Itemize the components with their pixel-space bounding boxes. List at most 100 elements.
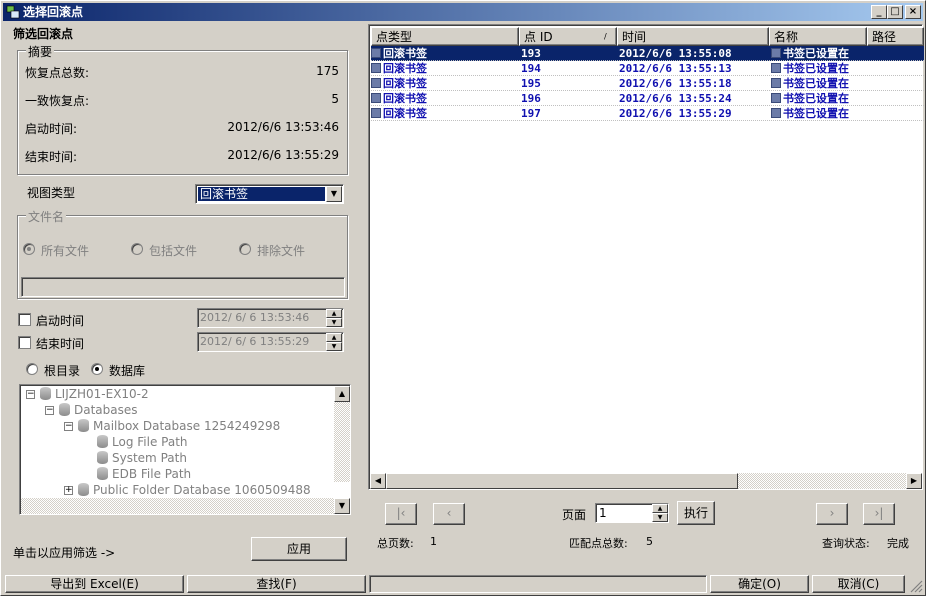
- status-panel: [369, 575, 707, 593]
- collapse-icon[interactable]: −: [45, 406, 54, 415]
- next-page-icon[interactable]: ›: [816, 503, 848, 525]
- app-icon: [6, 5, 20, 19]
- column-header-id[interactable]: 点 ID /: [519, 27, 617, 46]
- go-button[interactable]: 执行: [677, 501, 715, 525]
- total-pages-label: 总页数:: [377, 537, 414, 550]
- tree-node-log-path[interactable]: Log File Path: [97, 435, 188, 449]
- last-page-icon[interactable]: ›|: [863, 503, 895, 525]
- resize-grip-icon[interactable]: [907, 577, 923, 593]
- query-status-value: 完成: [887, 537, 909, 550]
- table-row[interactable]: 回滚书签 195 2012/6/6 13:55:18 书签已设置在: [371, 76, 924, 91]
- tree-node-system-path[interactable]: System Path: [97, 451, 187, 465]
- view-type-value: 回滚书签: [198, 187, 325, 201]
- export-excel-button[interactable]: 导出到 Excel(E): [5, 575, 184, 593]
- chevron-down-icon[interactable]: ▼: [326, 186, 342, 202]
- view-type-select[interactable]: 回滚书签 ▼: [195, 184, 344, 204]
- apply-button[interactable]: 应用: [251, 537, 347, 561]
- column-header-path[interactable]: 路径: [867, 27, 924, 46]
- summary-value-start: 2012/6/6 13:53:46: [227, 120, 339, 134]
- table-row[interactable]: 回滚书签 193 2012/6/6 13:55:08 书签已设置在: [371, 46, 924, 61]
- tree-node-server[interactable]: LIJZH01-EX10-2: [40, 387, 149, 401]
- database-radio[interactable]: [91, 363, 103, 375]
- cancel-button[interactable]: 取消(C): [812, 575, 905, 593]
- summary-value-end: 2012/6/6 13:55:29: [227, 148, 339, 162]
- tree-node-mailbox-db[interactable]: Mailbox Database 1254249298: [78, 419, 280, 433]
- database-icon: [97, 467, 108, 480]
- bookmark-icon: [371, 63, 381, 73]
- view-type-label: 视图类型: [27, 186, 76, 200]
- page-up-icon[interactable]: ▲: [652, 504, 668, 513]
- ok-button[interactable]: 确定(O): [710, 575, 809, 593]
- tree-scroll-down-icon[interactable]: ▼: [334, 498, 350, 514]
- root-radio[interactable]: [26, 363, 38, 375]
- filter-heading: 筛选回滚点: [13, 27, 74, 41]
- tree-scroll-up-icon[interactable]: ▲: [334, 386, 350, 402]
- filename-input[interactable]: [21, 277, 345, 297]
- maximize-button[interactable]: □: [887, 5, 903, 19]
- tree-node-edb-path[interactable]: EDB File Path: [97, 467, 191, 481]
- bookmark-icon: [371, 78, 381, 88]
- database-tree[interactable]: − LIJZH01-EX10-2 − Databases − Mailbox D…: [19, 384, 351, 515]
- end-time-label: 结束时间: [36, 337, 85, 351]
- close-button[interactable]: ×: [905, 5, 921, 19]
- table-row[interactable]: 回滚书签 194 2012/6/6 13:55:13 书签已设置在: [371, 61, 924, 76]
- summary-label-total: 恢复点总数:: [25, 66, 90, 80]
- start-time-label: 启动时间: [36, 314, 85, 328]
- page-down-icon[interactable]: ▼: [652, 513, 668, 522]
- database-icon: [97, 435, 108, 448]
- rollback-grid[interactable]: 点类型 点 ID / 时间 名称 路径 回滚书签 193 2012/6/6 13:…: [368, 24, 924, 490]
- database-icon: [78, 483, 89, 496]
- bookmark-icon: [771, 108, 781, 118]
- summary-value-total: 175: [316, 64, 339, 78]
- expand-icon[interactable]: +: [64, 486, 73, 495]
- match-count-label: 匹配点总数:: [569, 537, 628, 550]
- database-icon: [78, 419, 89, 432]
- grid-scroll-right-icon[interactable]: ▶: [906, 473, 922, 489]
- all-files-label: 所有文件: [41, 244, 90, 258]
- tree-node-databases[interactable]: Databases: [59, 403, 138, 417]
- collapse-icon[interactable]: −: [64, 422, 73, 431]
- end-time-checkbox[interactable]: [18, 336, 31, 349]
- page-input[interactable]: 1 ▲ ▼: [595, 503, 669, 523]
- first-page-icon[interactable]: |‹: [385, 503, 417, 525]
- column-header-time[interactable]: 时间: [617, 27, 769, 46]
- end-down-icon[interactable]: ▼: [326, 342, 342, 351]
- column-header-name[interactable]: 名称: [769, 27, 867, 46]
- start-time-picker[interactable]: 2012/ 6/ 6 13:53:46 ▲ ▼: [197, 308, 344, 328]
- bookmark-icon: [371, 93, 381, 103]
- end-up-icon[interactable]: ▲: [326, 333, 342, 342]
- query-status-label: 查询状态:: [822, 537, 870, 550]
- match-count-value: 5: [646, 535, 653, 548]
- tree-hscroll-track[interactable]: [21, 498, 334, 514]
- root-label: 根目录: [44, 364, 81, 378]
- server-icon: [40, 387, 51, 400]
- grid-scroll-thumb[interactable]: [386, 473, 738, 489]
- find-button[interactable]: 查找(F): [187, 575, 366, 593]
- start-up-icon[interactable]: ▲: [326, 309, 342, 318]
- all-files-radio[interactable]: [23, 243, 35, 255]
- exclude-files-radio[interactable]: [239, 243, 251, 255]
- prev-page-icon[interactable]: ‹: [433, 503, 465, 525]
- summary-label-start: 启动时间:: [25, 122, 78, 136]
- bookmark-icon: [371, 48, 381, 58]
- tree-node-public-db[interactable]: Public Folder Database 1060509488: [78, 483, 311, 497]
- grid-scroll-track[interactable]: [738, 473, 906, 489]
- table-row[interactable]: 回滚书签 197 2012/6/6 13:55:29 书签已设置在: [371, 106, 924, 121]
- bookmark-icon: [371, 108, 381, 118]
- bookmark-icon: [771, 78, 781, 88]
- minimize-button[interactable]: _: [871, 5, 887, 19]
- start-time-checkbox[interactable]: [18, 313, 31, 326]
- include-files-radio[interactable]: [131, 243, 143, 255]
- tree-scroll-track[interactable]: [334, 402, 350, 482]
- summary-label-end: 结束时间:: [25, 150, 78, 164]
- column-header-type[interactable]: 点类型: [371, 27, 519, 46]
- summary-value-consistent: 5: [331, 92, 339, 106]
- collapse-icon[interactable]: −: [26, 390, 35, 399]
- table-row[interactable]: 回滚书签 196 2012/6/6 13:55:24 书签已设置在: [371, 91, 924, 106]
- grid-scroll-left-icon[interactable]: ◀: [370, 473, 386, 489]
- summary-title: 摘要: [26, 43, 55, 60]
- bookmark-icon: [771, 48, 781, 58]
- start-time-value: 2012/ 6/ 6 13:53:46: [200, 311, 310, 324]
- end-time-picker[interactable]: 2012/ 6/ 6 13:55:29 ▲ ▼: [197, 332, 344, 352]
- start-down-icon[interactable]: ▼: [326, 318, 342, 327]
